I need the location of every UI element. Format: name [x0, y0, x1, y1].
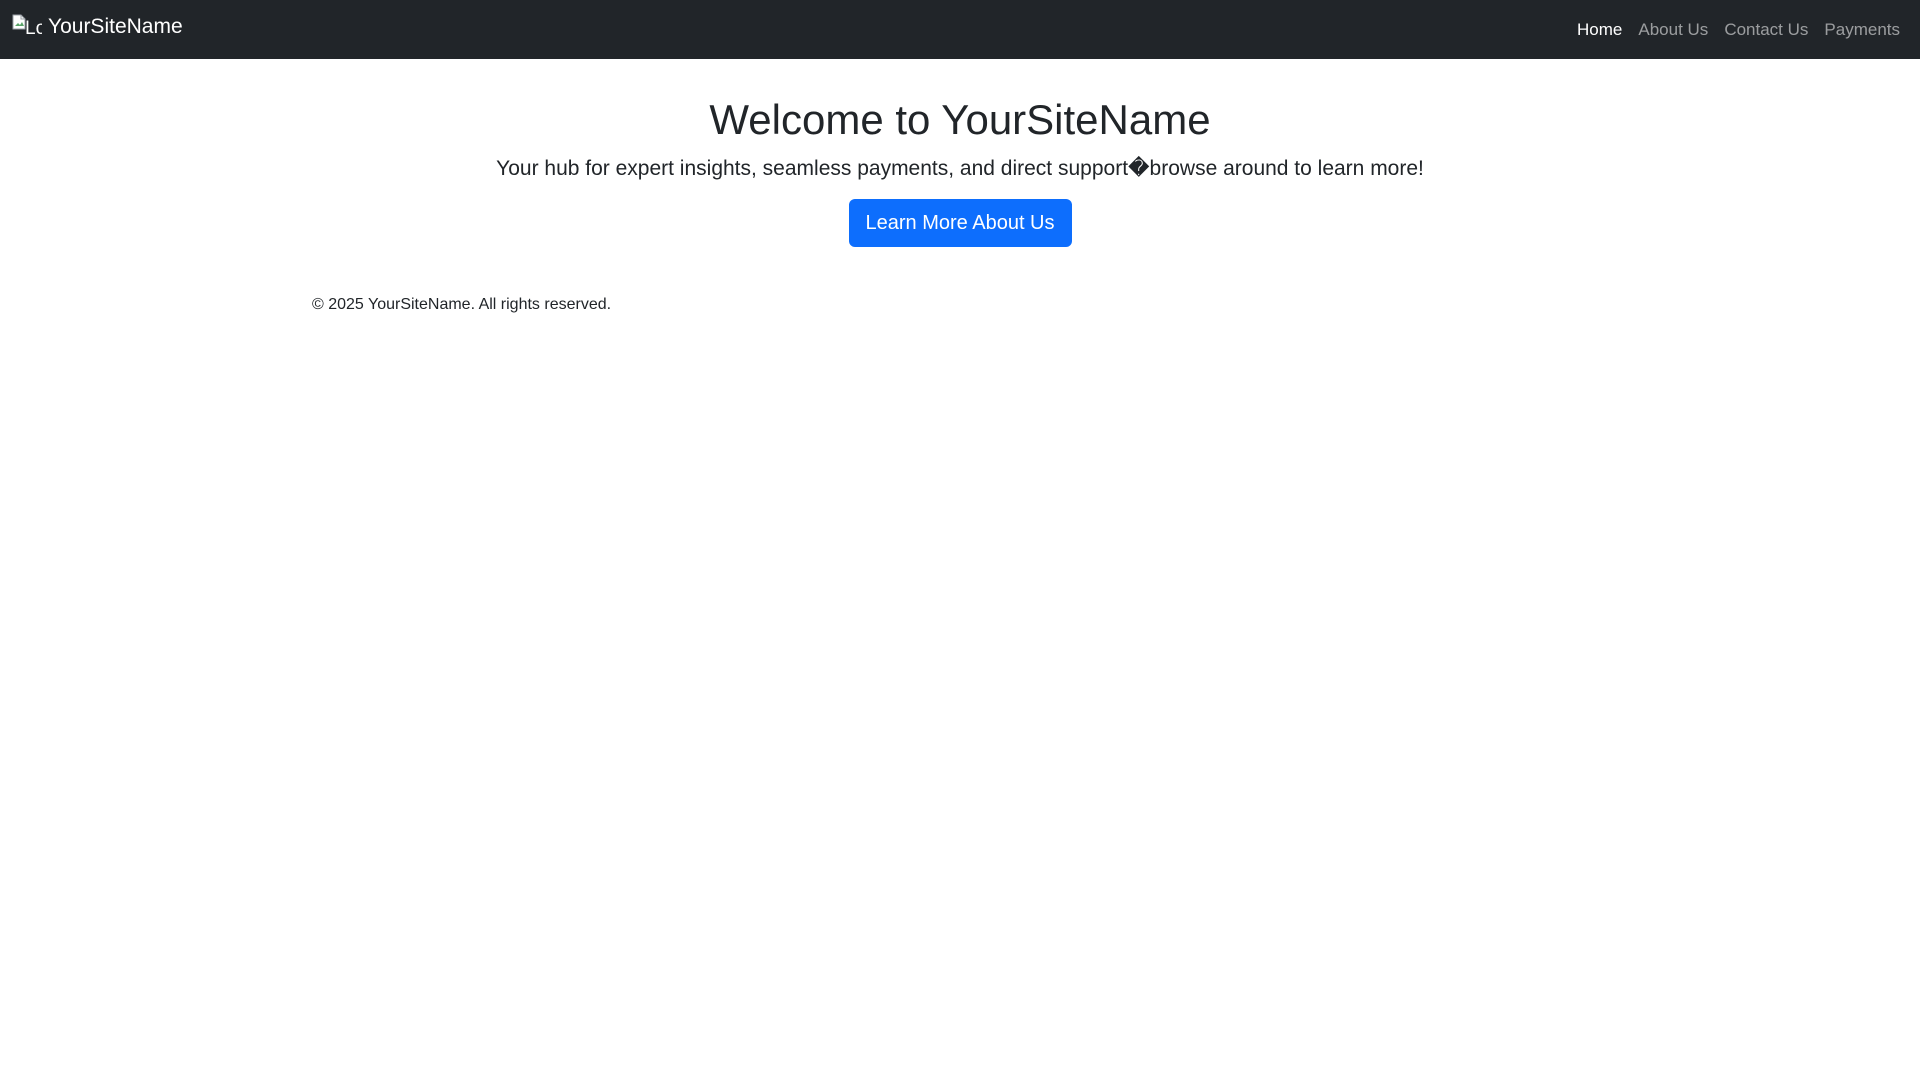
nav-link-payments[interactable]: Payments: [1824, 17, 1900, 42]
nav-links: Home About Us Contact Us Payments: [1577, 0, 1900, 59]
nav-link-home[interactable]: Home: [1577, 17, 1622, 42]
footer-copyright: © 2025 YourSiteName. All rights reserved…: [312, 296, 612, 313]
brand-link[interactable]: Logo YourSiteName: [12, 14, 183, 38]
logo-alt-text: Logo: [25, 18, 42, 38]
broken-image-glyph: [12, 14, 26, 30]
top-navbar: Logo YourSiteName Home About Us Contact …: [0, 0, 1920, 59]
nav-link-about-us[interactable]: About Us: [1638, 17, 1708, 42]
learn-more-button[interactable]: Learn More About Us: [848, 198, 1072, 247]
hero-subtitle: Your hub for expert insights, seamless p…: [496, 157, 1424, 181]
page-title: Welcome to YourSiteName: [709, 96, 1211, 143]
nav-link-contact-us[interactable]: Contact Us: [1724, 17, 1808, 42]
brand-name: YourSiteName: [48, 14, 183, 38]
cta-wrapper: Learn More About Us: [0, 198, 1920, 247]
broken-image-icon[interactable]: Logo: [12, 14, 42, 38]
hero-section: Welcome to YourSiteName Your hub for exp…: [0, 59, 1920, 247]
